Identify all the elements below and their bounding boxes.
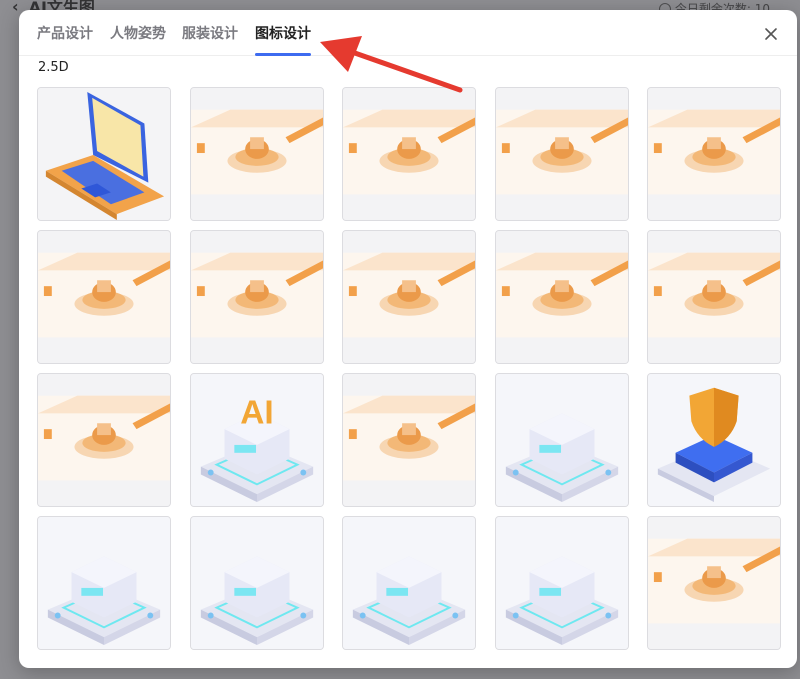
icon-style-thumbnail[interactable] [342, 230, 476, 364]
thumbnail-image [648, 88, 780, 220]
icon-style-thumbnail[interactable] [494, 87, 629, 221]
icon-style-thumbnail[interactable] [647, 373, 781, 507]
category-tabs: 产品设计 人物姿势 服装设计 图标设计 [19, 10, 797, 56]
icon-style-dialog: 产品设计 人物姿势 服装设计 图标设计 2.5D AI [19, 10, 797, 668]
thumbnail-image [38, 374, 170, 506]
tab-icon-design[interactable]: 图标设计 [255, 23, 311, 56]
icon-style-thumbnail[interactable] [494, 230, 629, 364]
thumbnail-image [343, 88, 475, 220]
tab-character-pose[interactable]: 人物姿势 [110, 23, 166, 56]
thumbnail-image [190, 517, 323, 649]
icon-style-thumbnail[interactable] [37, 516, 171, 650]
icon-style-thumbnail[interactable] [647, 87, 781, 221]
icon-style-thumbnail[interactable] [189, 230, 324, 364]
section-title: 2.5D [38, 60, 69, 75]
thumbnail-image [38, 231, 170, 363]
thumbnail-image [495, 517, 628, 649]
icon-style-thumbnail[interactable] [37, 230, 171, 364]
close-icon [765, 28, 777, 40]
icon-style-thumbnail[interactable]: AI [189, 373, 324, 507]
thumbnail-image [648, 517, 780, 649]
thumbnail-image [343, 517, 475, 649]
thumbnail-image [648, 374, 780, 506]
icon-style-thumbnail[interactable] [342, 87, 476, 221]
icon-style-thumbnail[interactable] [342, 516, 476, 650]
thumbnail-image [495, 374, 628, 506]
thumbnail-image [495, 231, 628, 363]
tab-clothing-design[interactable]: 服装设计 [182, 23, 238, 56]
icon-style-thumbnail[interactable] [494, 373, 629, 507]
thumbnail-image [343, 374, 475, 506]
icon-style-thumbnail[interactable] [647, 516, 781, 650]
ai-glyph: AI [240, 394, 274, 431]
icon-style-thumbnail[interactable] [494, 516, 629, 650]
thumbnail-image [38, 88, 170, 220]
icon-style-thumbnail[interactable] [342, 373, 476, 507]
thumbnail-image [38, 517, 170, 649]
icon-style-thumbnail[interactable] [189, 87, 324, 221]
icon-style-thumbnail[interactable] [189, 516, 324, 650]
icon-style-thumbnail[interactable] [37, 87, 171, 221]
icon-style-grid: AI [37, 87, 781, 650]
thumbnail-image [190, 88, 323, 220]
tab-product-design[interactable]: 产品设计 [37, 23, 93, 56]
thumbnail-image: AI [190, 374, 323, 506]
close-button[interactable] [757, 20, 785, 48]
thumbnail-image [495, 88, 628, 220]
icon-style-thumbnail[interactable] [647, 230, 781, 364]
thumbnail-image [648, 231, 780, 363]
thumbnail-image [190, 231, 323, 363]
icon-style-thumbnail[interactable] [37, 373, 171, 507]
thumbnail-image [343, 231, 475, 363]
